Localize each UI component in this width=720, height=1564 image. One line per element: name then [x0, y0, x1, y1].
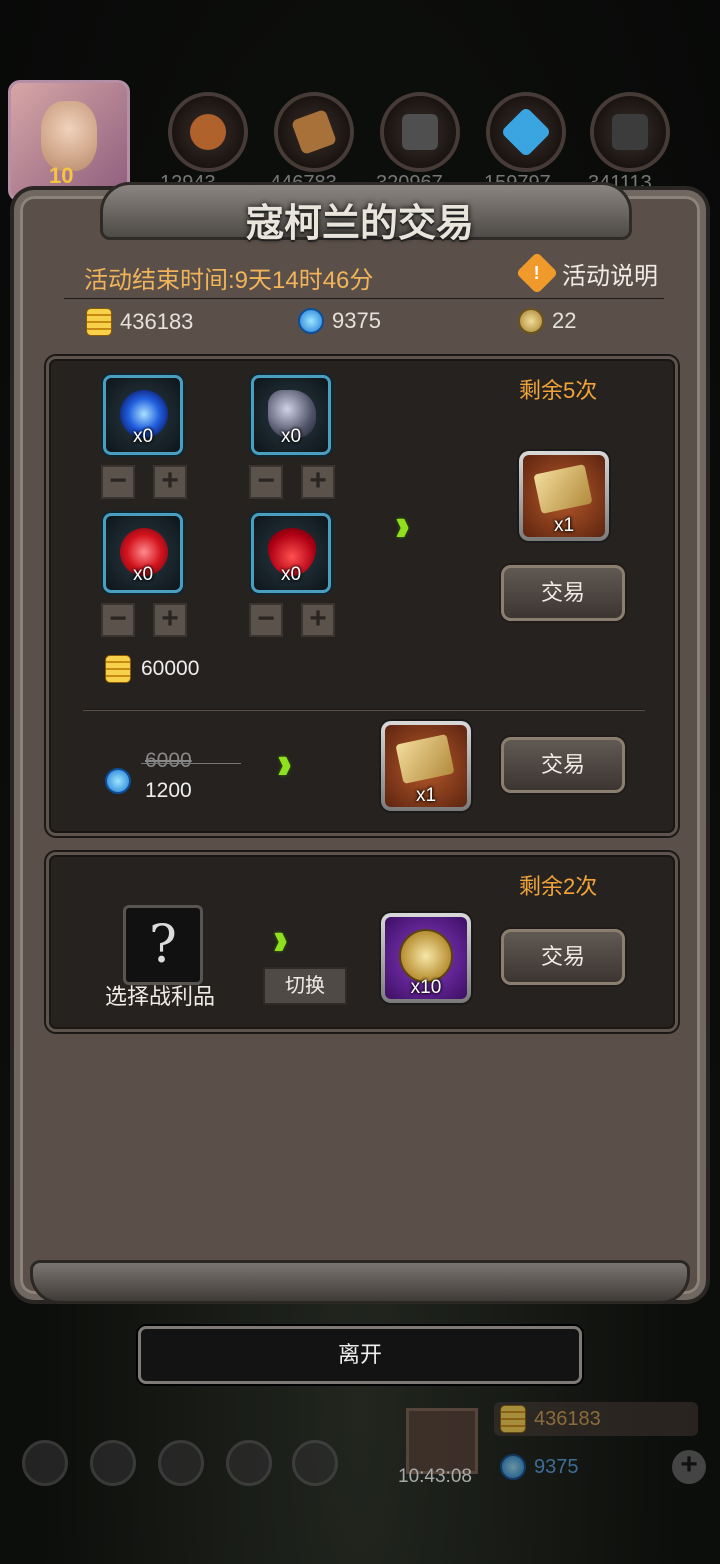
- blue-gem-icon: [500, 1454, 526, 1480]
- reward-medal-slot[interactable]: x10: [381, 913, 471, 1003]
- material-slot-ruby[interactable]: x0: [103, 513, 183, 593]
- gold-coin-icon: [86, 308, 112, 336]
- event-help-button[interactable]: ! 活动说明: [515, 251, 658, 295]
- gold-cost: 60000: [105, 655, 199, 683]
- switch-button[interactable]: 切换: [263, 967, 347, 1005]
- material-slot-blue-orb[interactable]: x0: [103, 375, 183, 455]
- medal-icon: [518, 308, 544, 334]
- reward-scroll-slot[interactable]: x1: [381, 721, 471, 811]
- reward-count: x1: [553, 515, 575, 536]
- trade-button-3[interactable]: 交易: [501, 929, 625, 985]
- gold-balance-value: 436183: [120, 309, 194, 334]
- mail-icon[interactable]: [226, 1440, 272, 1486]
- gold-coin-icon: [500, 1405, 526, 1433]
- crystal-resource-icon[interactable]: [486, 92, 566, 172]
- player-level: 10: [49, 163, 74, 188]
- gold-coin-icon: [105, 655, 131, 683]
- increase-ruby-button[interactable]: +: [153, 603, 187, 637]
- medal-balance-value: 22: [552, 308, 577, 333]
- add-gems-button[interactable]: +: [672, 1450, 706, 1484]
- remaining-trades-1: 剩余5次: [519, 378, 598, 403]
- stone-resource-icon[interactable]: [380, 92, 460, 172]
- blue-gem-icon: [105, 768, 131, 794]
- hud-gems: 9375: [494, 1450, 698, 1484]
- material-count: x0: [132, 564, 154, 585]
- panel-divider: [83, 709, 645, 711]
- discount-price: 1200: [145, 779, 192, 802]
- medal-icon: [399, 929, 453, 983]
- dialog-bottom-frame: [30, 1260, 690, 1304]
- food-resource-icon[interactable]: [168, 92, 248, 172]
- gift-timer: 10:43:08: [398, 1466, 472, 1487]
- treasure-map-icon: [533, 464, 593, 514]
- star-icon[interactable]: [90, 1440, 136, 1486]
- loot-trade-panel: 剩余2次 ? 选择战利品 ››› 切换 x10 交易: [46, 852, 678, 1032]
- chat-icon[interactable]: [292, 1440, 338, 1486]
- select-loot-slot[interactable]: ?: [123, 905, 203, 985]
- top-resource-bar: 10 12943 446783 320967 159797 341113: [0, 70, 720, 202]
- event-end-time: 活动结束时间:9天14时46分: [84, 267, 374, 294]
- gem-balance-value: 9375: [332, 308, 381, 333]
- material-count: x0: [280, 564, 302, 585]
- player-avatar[interactable]: 10: [8, 80, 130, 202]
- treasure-map-icon: [395, 734, 455, 784]
- gift-box-icon[interactable]: [406, 1408, 478, 1474]
- trade-button-1[interactable]: 交易: [501, 565, 625, 621]
- gold-cost-value: 60000: [141, 657, 200, 680]
- material-count: x0: [280, 426, 302, 447]
- increase-ore-button[interactable]: +: [301, 465, 335, 499]
- wood-resource-icon[interactable]: [274, 92, 354, 172]
- medal-balance: 22: [518, 308, 576, 334]
- hud-gold-value: 436183: [534, 1407, 601, 1430]
- event-help-label: 活动说明: [562, 262, 658, 290]
- blue-gem-icon: [298, 308, 324, 334]
- original-price: 6000: [145, 749, 192, 772]
- reward-count: x1: [415, 785, 437, 806]
- gold-balance: 436183: [86, 308, 193, 336]
- avatar-face: [41, 101, 97, 171]
- reward-scroll-slot[interactable]: x1: [519, 451, 609, 541]
- decrease-blue-orb-button[interactable]: −: [101, 465, 135, 499]
- increase-blue-orb-button[interactable]: +: [153, 465, 187, 499]
- settings-icon[interactable]: [22, 1440, 68, 1486]
- leave-button[interactable]: 离开: [138, 1326, 582, 1384]
- reward-count: x10: [410, 977, 442, 998]
- dialog-title: 寇柯兰的交易: [245, 200, 474, 245]
- decrease-ore-button[interactable]: −: [249, 465, 283, 499]
- decrease-blood-drop-button[interactable]: −: [249, 603, 283, 637]
- select-loot-label: 选择战利品: [105, 984, 216, 1009]
- material-count: x0: [132, 426, 154, 447]
- material-slot-ore[interactable]: x0: [251, 375, 331, 455]
- remaining-trades-2: 剩余2次: [519, 874, 598, 899]
- gem-price: 6000 1200: [105, 749, 241, 811]
- increase-blood-drop-button[interactable]: +: [301, 603, 335, 637]
- decrease-ruby-button[interactable]: −: [101, 603, 135, 637]
- gem-balance: 9375: [298, 308, 381, 334]
- trade-button-2[interactable]: 交易: [501, 737, 625, 793]
- iron-resource-icon[interactable]: [590, 92, 670, 172]
- header-divider: [64, 298, 664, 300]
- material-trade-panel: 剩余5次 x0 − + x0 − + x0 − + x0 − + 60000 ›…: [46, 356, 678, 836]
- hud-gem-value: 9375: [534, 1455, 579, 1478]
- trade-dialog: 寇柯兰的交易 活动结束时间:9天14时46分 ! 活动说明 436183 937…: [14, 182, 706, 1304]
- warning-icon: !: [515, 251, 559, 295]
- hud-gold: 436183: [494, 1402, 698, 1436]
- map-icon[interactable]: [158, 1440, 204, 1486]
- material-slot-blood-drop[interactable]: x0: [251, 513, 331, 593]
